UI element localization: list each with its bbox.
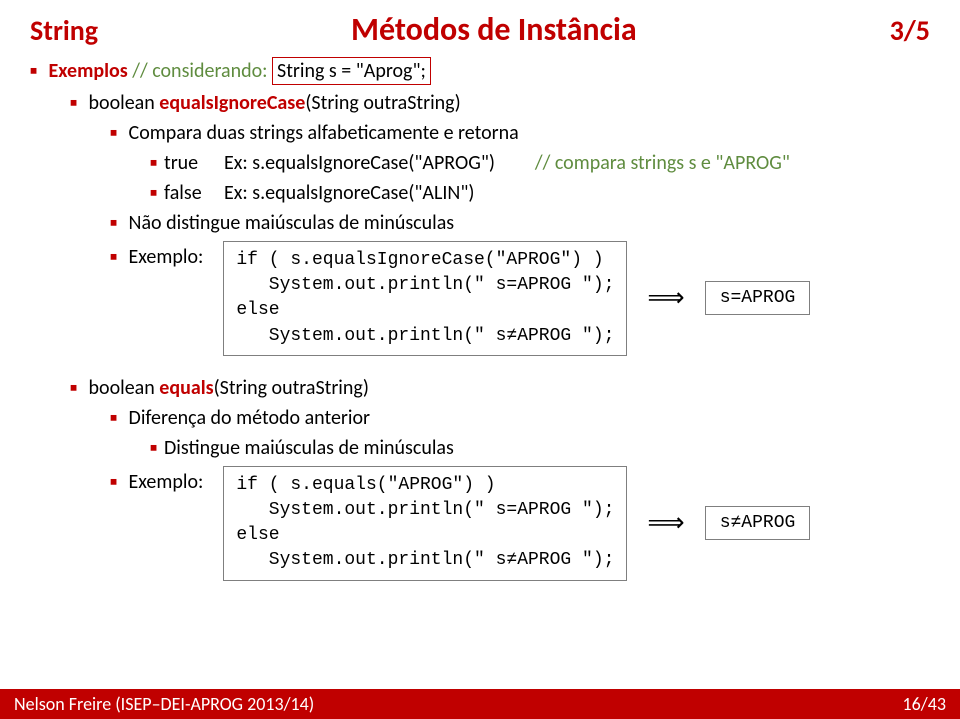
sec1-example-row: ▪ Exemplo: if ( s.equalsIgnoreCase("APRO…: [110, 241, 930, 356]
false-label: false: [164, 181, 224, 205]
note-text: Distingue maiúsculas de minúsculas: [164, 436, 454, 460]
intro-line: ▪ Exemplos // considerando: String s = "…: [30, 59, 930, 83]
bullet-icon: ▪: [30, 59, 44, 83]
sec1-signature: ▪ boolean equalsIgnoreCase(String outraS…: [70, 91, 930, 115]
sig-pre: boolean: [89, 91, 160, 115]
true-comment: // compara strings s e "APROG": [535, 151, 790, 175]
sec1-code-box: if ( s.equalsIgnoreCase("APROG") ) Syste…: [223, 241, 627, 356]
header-left: String: [30, 13, 98, 48]
sec1-result-box: s=APROG: [705, 281, 811, 315]
sig-pre: boolean: [89, 376, 160, 400]
bullet-icon: ▪: [150, 181, 164, 205]
sec2-signature: ▪ boolean equals(String outraString): [70, 376, 930, 400]
bullet-icon: ▪: [110, 470, 124, 494]
footer-author: Nelson Freire (ISEP–DEI-APROG 2013/14): [14, 693, 314, 715]
sec2-code-box: if ( s.equals("APROG") ) System.out.prin…: [223, 466, 627, 581]
sec2-diff: ▪ Diferença do método anterior: [110, 406, 930, 430]
header-right: 3/5: [890, 13, 930, 48]
diff-text: Diferença do método anterior: [129, 406, 370, 430]
implies-arrow-icon: ⟹: [647, 283, 684, 313]
sec1-false-line: ▪ false Ex: s.equalsIgnoreCase("ALIN"): [150, 181, 930, 205]
sec1-note: ▪ Não distingue maiúsculas de minúsculas: [110, 211, 930, 235]
sig-post: (String outraString): [305, 91, 460, 115]
exemplo-text: Exemplo:: [129, 245, 204, 269]
true-example: Ex: s.equalsIgnoreCase("APROG"): [224, 151, 495, 175]
exemplos-label: Exemplos: [49, 59, 128, 83]
bullet-icon: ▪: [150, 436, 164, 460]
exemplo-label: ▪ Exemplo:: [110, 470, 203, 494]
slide-footer: Nelson Freire (ISEP–DEI-APROG 2013/14) 1…: [0, 689, 960, 719]
sec2-note: ▪ Distingue maiúsculas de minúsculas: [150, 436, 930, 460]
slide-content: ▪ Exemplos // considerando: String s = "…: [0, 49, 960, 581]
note-text: Não distingue maiúsculas de minúsculas: [129, 211, 455, 235]
sig-method: equalsIgnoreCase: [159, 91, 305, 115]
true-label: true: [164, 151, 224, 175]
bullet-icon: ▪: [110, 406, 124, 430]
sec2-result-box: s≠APROG: [705, 506, 811, 540]
bullet-icon: ▪: [70, 376, 84, 400]
sig-post: (String outraString): [214, 376, 369, 400]
sec2-example-row: ▪ Exemplo: if ( s.equals("APROG") ) Syst…: [110, 466, 930, 581]
header-center: Métodos de Instância: [351, 10, 637, 49]
bullet-icon: ▪: [110, 211, 124, 235]
bullet-icon: ▪: [150, 151, 164, 175]
desc-text: Compara duas strings alfabeticamente e r…: [129, 121, 519, 145]
sig-method: equals: [159, 376, 213, 400]
sec1-desc: ▪ Compara duas strings alfabeticamente e…: [110, 121, 930, 145]
slide-header: String Métodos de Instância 3/5: [0, 0, 960, 49]
intro-declaration-box: String s = "Aprog";: [272, 57, 431, 85]
exemplo-text: Exemplo:: [129, 470, 204, 494]
bullet-icon: ▪: [110, 121, 124, 145]
bullet-icon: ▪: [70, 91, 84, 115]
bullet-icon: ▪: [110, 245, 124, 269]
footer-page: 16/43: [903, 693, 946, 715]
sec1-true-line: ▪ true Ex: s.equalsIgnoreCase("APROG") /…: [150, 151, 930, 175]
false-example: Ex: s.equalsIgnoreCase("ALIN"): [224, 181, 474, 205]
intro-comment: // considerando:: [132, 59, 267, 83]
exemplo-label: ▪ Exemplo:: [110, 245, 203, 269]
implies-arrow-icon: ⟹: [647, 508, 684, 538]
